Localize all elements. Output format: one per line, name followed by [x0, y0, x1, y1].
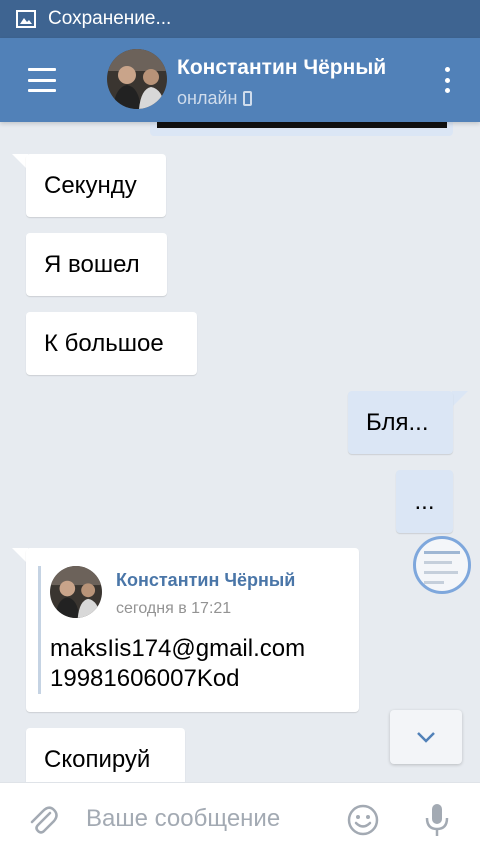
online-status: онлайн — [177, 88, 238, 108]
message-text: ... — [414, 487, 435, 515]
chat-header: Константин Чёрный онлайн — [0, 38, 480, 122]
forward-text-line: 19981606007Kod — [50, 665, 240, 692]
contact-status: онлайн — [177, 88, 253, 109]
forward-time: сегодня в 17:21 — [116, 600, 232, 617]
image-icon — [16, 10, 36, 28]
message-bubble[interactable]: К большое — [26, 312, 197, 375]
message-composer — [0, 782, 480, 854]
emoji-icon[interactable] — [347, 804, 379, 836]
menu-icon[interactable] — [28, 68, 56, 92]
forwarded-message[interactable]: Константин Чёрный сегодня в 17:21 maksIi… — [26, 548, 359, 712]
forward-text-line: maksIis174@gmail.com — [50, 635, 306, 662]
message-text: Я вошел — [44, 250, 140, 278]
message-bubble[interactable]: Бля... — [348, 391, 453, 454]
contact-name[interactable]: Константин Чёрный — [177, 56, 412, 80]
message-text: К большое — [44, 329, 164, 357]
forward-text: maksIis174@gmail.com 19981606007Kod — [50, 634, 350, 694]
status-bar: Сохранение... — [0, 0, 480, 38]
message-list[interactable]: Секунду Я вошел К большое Бля... ... Кон… — [0, 122, 480, 782]
message-input[interactable] — [78, 797, 328, 841]
scroll-down-button[interactable] — [390, 710, 462, 764]
forward-author[interactable]: Константин Чёрный — [116, 570, 295, 591]
message-text: Скопируй — [44, 745, 151, 773]
message-bubble[interactable]: ... — [396, 470, 453, 533]
avatar[interactable] — [107, 49, 167, 109]
image-preview — [157, 122, 447, 128]
chat-thumbnail[interactable] — [413, 536, 471, 594]
message-bubble[interactable]: Скопируй — [26, 728, 185, 782]
message-text: Секунду — [44, 171, 137, 199]
microphone-icon[interactable] — [424, 802, 450, 838]
message-bubble[interactable]: Я вошел — [26, 233, 167, 296]
forward-indicator — [38, 566, 41, 694]
message-bubble[interactable]: Секунду — [26, 154, 166, 217]
status-text: Сохранение... — [48, 8, 172, 29]
paperclip-icon[interactable] — [26, 803, 58, 837]
phone-icon — [243, 91, 253, 106]
chevron-down-icon — [417, 732, 435, 743]
message-text: Бля... — [366, 408, 429, 436]
more-options-icon[interactable] — [440, 67, 454, 93]
avatar[interactable] — [50, 566, 102, 618]
image-message[interactable] — [150, 122, 453, 136]
bubble-tail — [452, 391, 468, 407]
